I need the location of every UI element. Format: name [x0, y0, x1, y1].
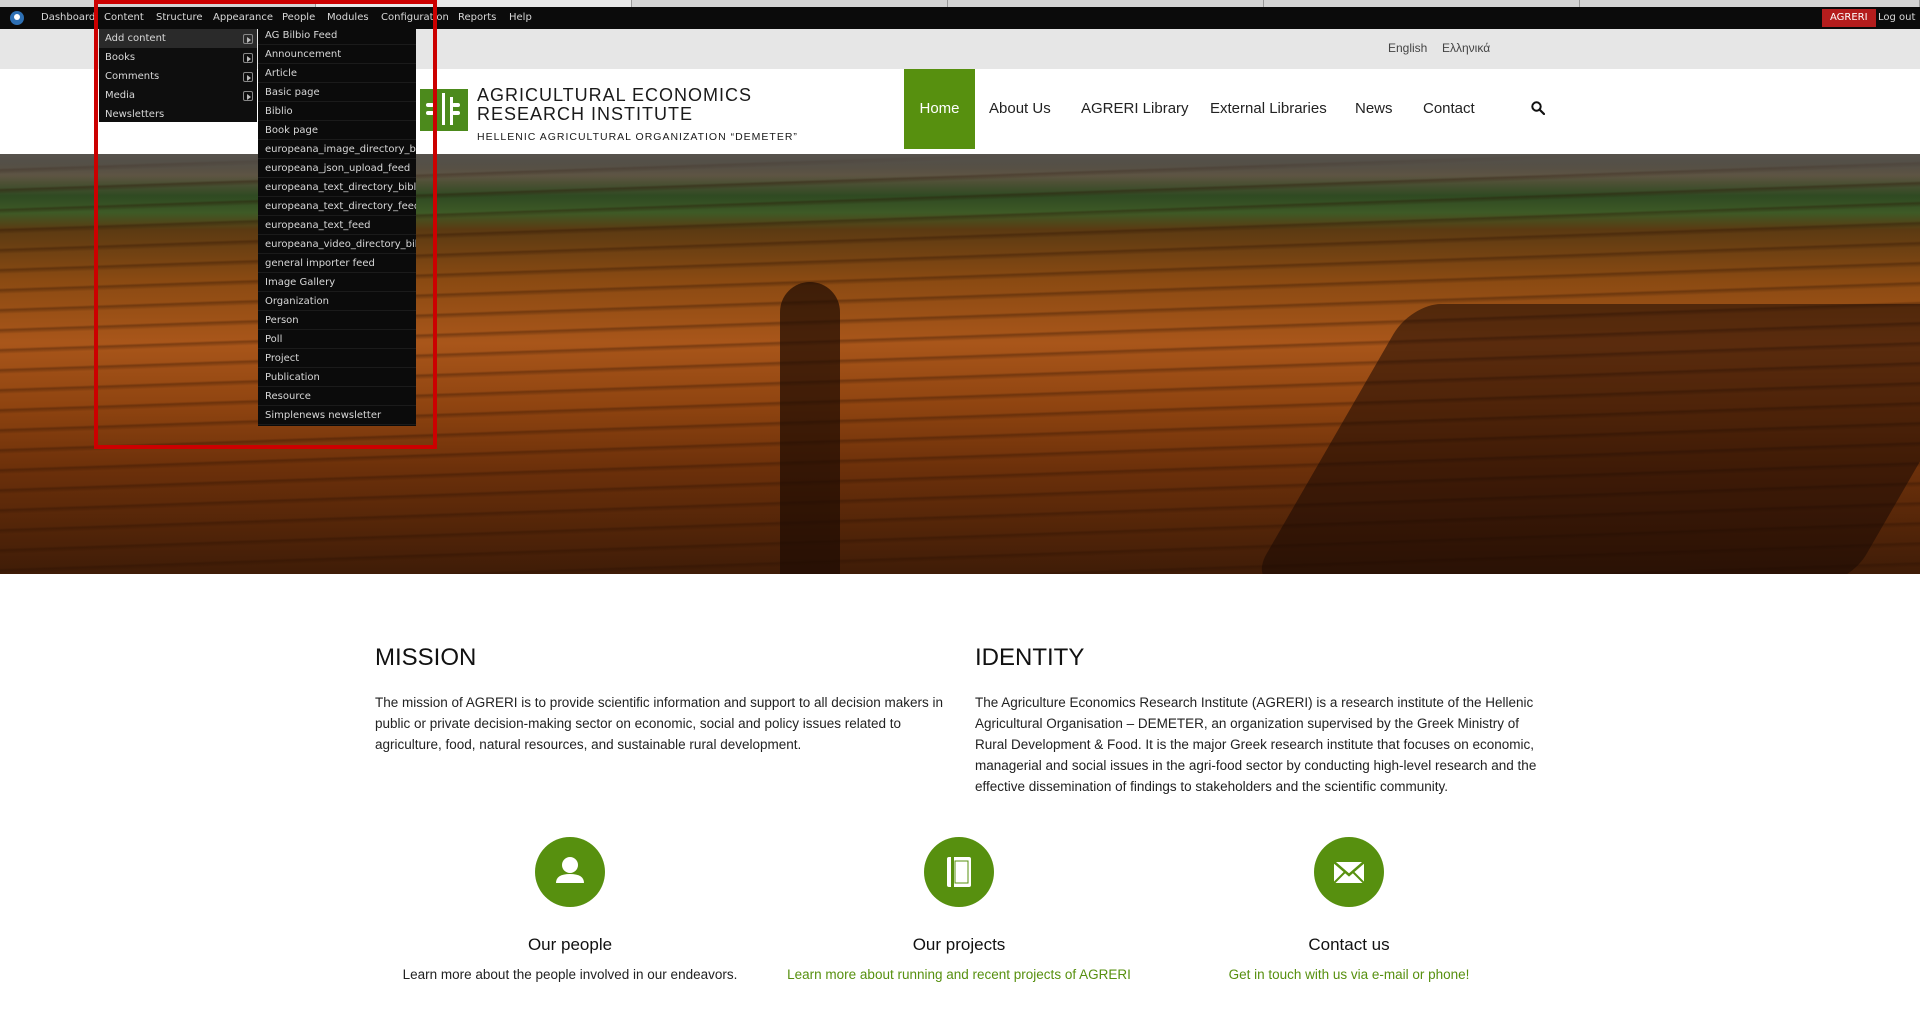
- admin-menu-appearance[interactable]: Appearance: [213, 12, 273, 23]
- our-people-title[interactable]: Our people: [360, 935, 780, 955]
- identity-heading: IDENTITY: [975, 644, 1085, 671]
- admin-menu-help[interactable]: Help: [509, 12, 532, 23]
- menu-item-label: Media: [105, 90, 136, 101]
- admin-menu-modules[interactable]: Modules: [327, 12, 369, 23]
- admin-menu-dashboard[interactable]: Dashboard: [41, 12, 95, 23]
- mission-text: The mission of AGRERI is to provide scie…: [375, 695, 944, 752]
- submenu-item[interactable]: Image Gallery: [258, 273, 416, 292]
- submenu-item[interactable]: europeana_video_directory_biblio: [258, 235, 416, 254]
- admin-menu-configuration[interactable]: Configuration: [381, 12, 449, 23]
- content-dropdown-menu: Add content Books Comments Media Newslet…: [99, 29, 257, 150]
- submenu-item[interactable]: europeana_text_directory_feed: [258, 197, 416, 216]
- submenu-item[interactable]: europeana_text_feed: [258, 216, 416, 235]
- submenu-item[interactable]: Resource: [258, 387, 416, 406]
- submenu-item[interactable]: Biblio: [258, 102, 416, 121]
- admin-menu-structure[interactable]: Structure: [156, 12, 203, 23]
- nav-news[interactable]: News: [1355, 69, 1393, 149]
- menu-item-add-content[interactable]: Add content: [99, 29, 257, 48]
- book-icon: [947, 857, 971, 887]
- menu-shadow-area: [99, 122, 257, 150]
- language-english[interactable]: English: [1388, 41, 1427, 55]
- submenu-item[interactable]: Organization: [258, 292, 416, 311]
- logout-link[interactable]: Log out: [1878, 12, 1915, 23]
- person-icon: [556, 857, 584, 883]
- submenu-item[interactable]: Project: [258, 349, 416, 368]
- search-icon[interactable]: [1531, 101, 1545, 115]
- site-title[interactable]: AGRICULTURAL ECONOMICS RESEARCH INSTITUT…: [477, 86, 752, 124]
- person-shadow: [780, 282, 840, 574]
- admin-menu-people[interactable]: People: [282, 12, 315, 23]
- submenu-item[interactable]: AG Bilbio Feed: [258, 26, 416, 45]
- submenu-item[interactable]: Simplenews newsletter: [258, 406, 416, 425]
- browser-tab[interactable]: [0, 0, 316, 7]
- add-content-submenu: AG Bilbio Feed Announcement Article Basi…: [258, 26, 416, 426]
- submenu-item[interactable]: Article: [258, 64, 416, 83]
- our-projects-icon-circle[interactable]: [924, 837, 994, 907]
- site-title-line1: AGRICULTURAL ECONOMICS: [477, 85, 753, 105]
- browser-tab-strip: [0, 0, 1920, 7]
- submenu-item[interactable]: Poll: [258, 330, 416, 349]
- browser-tab[interactable]: [1264, 0, 1580, 7]
- menu-item-media[interactable]: Media: [99, 86, 257, 105]
- menu-item-books[interactable]: Books: [99, 48, 257, 67]
- submenu-arrow-icon: [243, 34, 253, 44]
- nav-agreri-library[interactable]: AGRERI Library: [1081, 69, 1189, 149]
- submenu-arrow-icon: [243, 53, 253, 63]
- submenu-item[interactable]: europeana_image_directory_biblio: [258, 140, 416, 159]
- nav-about-us[interactable]: About Us: [989, 69, 1051, 149]
- nav-contact[interactable]: Contact: [1423, 69, 1475, 149]
- drupal-home-icon[interactable]: [10, 11, 24, 25]
- menu-item-label: Comments: [105, 71, 160, 82]
- submenu-item[interactable]: europeana_text_directory_biblio: [258, 178, 416, 197]
- identity-text: The Agriculture Economics Research Insti…: [975, 695, 1537, 794]
- submenu-item[interactable]: general importer feed: [258, 254, 416, 273]
- submenu-item[interactable]: Basic page: [258, 83, 416, 102]
- nav-external-libraries[interactable]: External Libraries: [1210, 69, 1327, 149]
- browser-tab[interactable]: [1580, 0, 1920, 7]
- site-title-line2: RESEARCH INSTITUTE: [477, 104, 694, 124]
- wheat-logo-icon[interactable]: [420, 89, 468, 131]
- admin-menu-content[interactable]: Content: [104, 12, 144, 23]
- menu-item-label: Newsletters: [105, 109, 165, 120]
- submenu-item[interactable]: Person: [258, 311, 416, 330]
- menu-item-label: Add content: [105, 33, 166, 44]
- menu-item-comments[interactable]: Comments: [99, 67, 257, 86]
- submenu-arrow-icon: [243, 72, 253, 82]
- our-people-icon-circle[interactable]: [535, 837, 605, 907]
- browser-tab[interactable]: [632, 0, 948, 7]
- browser-tab-active[interactable]: [316, 0, 632, 7]
- our-projects-link[interactable]: Learn more about running and recent proj…: [749, 967, 1169, 982]
- admin-menu-reports[interactable]: Reports: [458, 12, 496, 23]
- submenu-arrow-icon: [243, 91, 253, 101]
- our-people-text: Learn more about the people involved in …: [402, 967, 738, 982]
- nav-home[interactable]: Home: [904, 69, 975, 149]
- submenu-item[interactable]: Book page: [258, 121, 416, 140]
- contact-us-link[interactable]: Get in touch with us via e-mail or phone…: [1139, 967, 1559, 982]
- submenu-item[interactable]: europeana_json_upload_feed: [258, 159, 416, 178]
- submenu-item[interactable]: Publication: [258, 368, 416, 387]
- envelope-icon: [1333, 861, 1365, 884]
- contact-us-title[interactable]: Contact us: [1139, 935, 1559, 955]
- language-greek[interactable]: Ελληνικά: [1442, 41, 1490, 55]
- submenu-item[interactable]: Announcement: [258, 45, 416, 64]
- browser-tab[interactable]: [948, 0, 1264, 7]
- menu-item-label: Books: [105, 52, 136, 63]
- site-subtitle: HELLENIC AGRICULTURAL ORGANIZATION “DEME…: [477, 131, 798, 143]
- site-name-badge[interactable]: AGRERI: [1822, 9, 1876, 27]
- contact-us-icon-circle[interactable]: [1314, 837, 1384, 907]
- our-projects-title[interactable]: Our projects: [749, 935, 1169, 955]
- mission-heading: MISSION: [375, 644, 477, 671]
